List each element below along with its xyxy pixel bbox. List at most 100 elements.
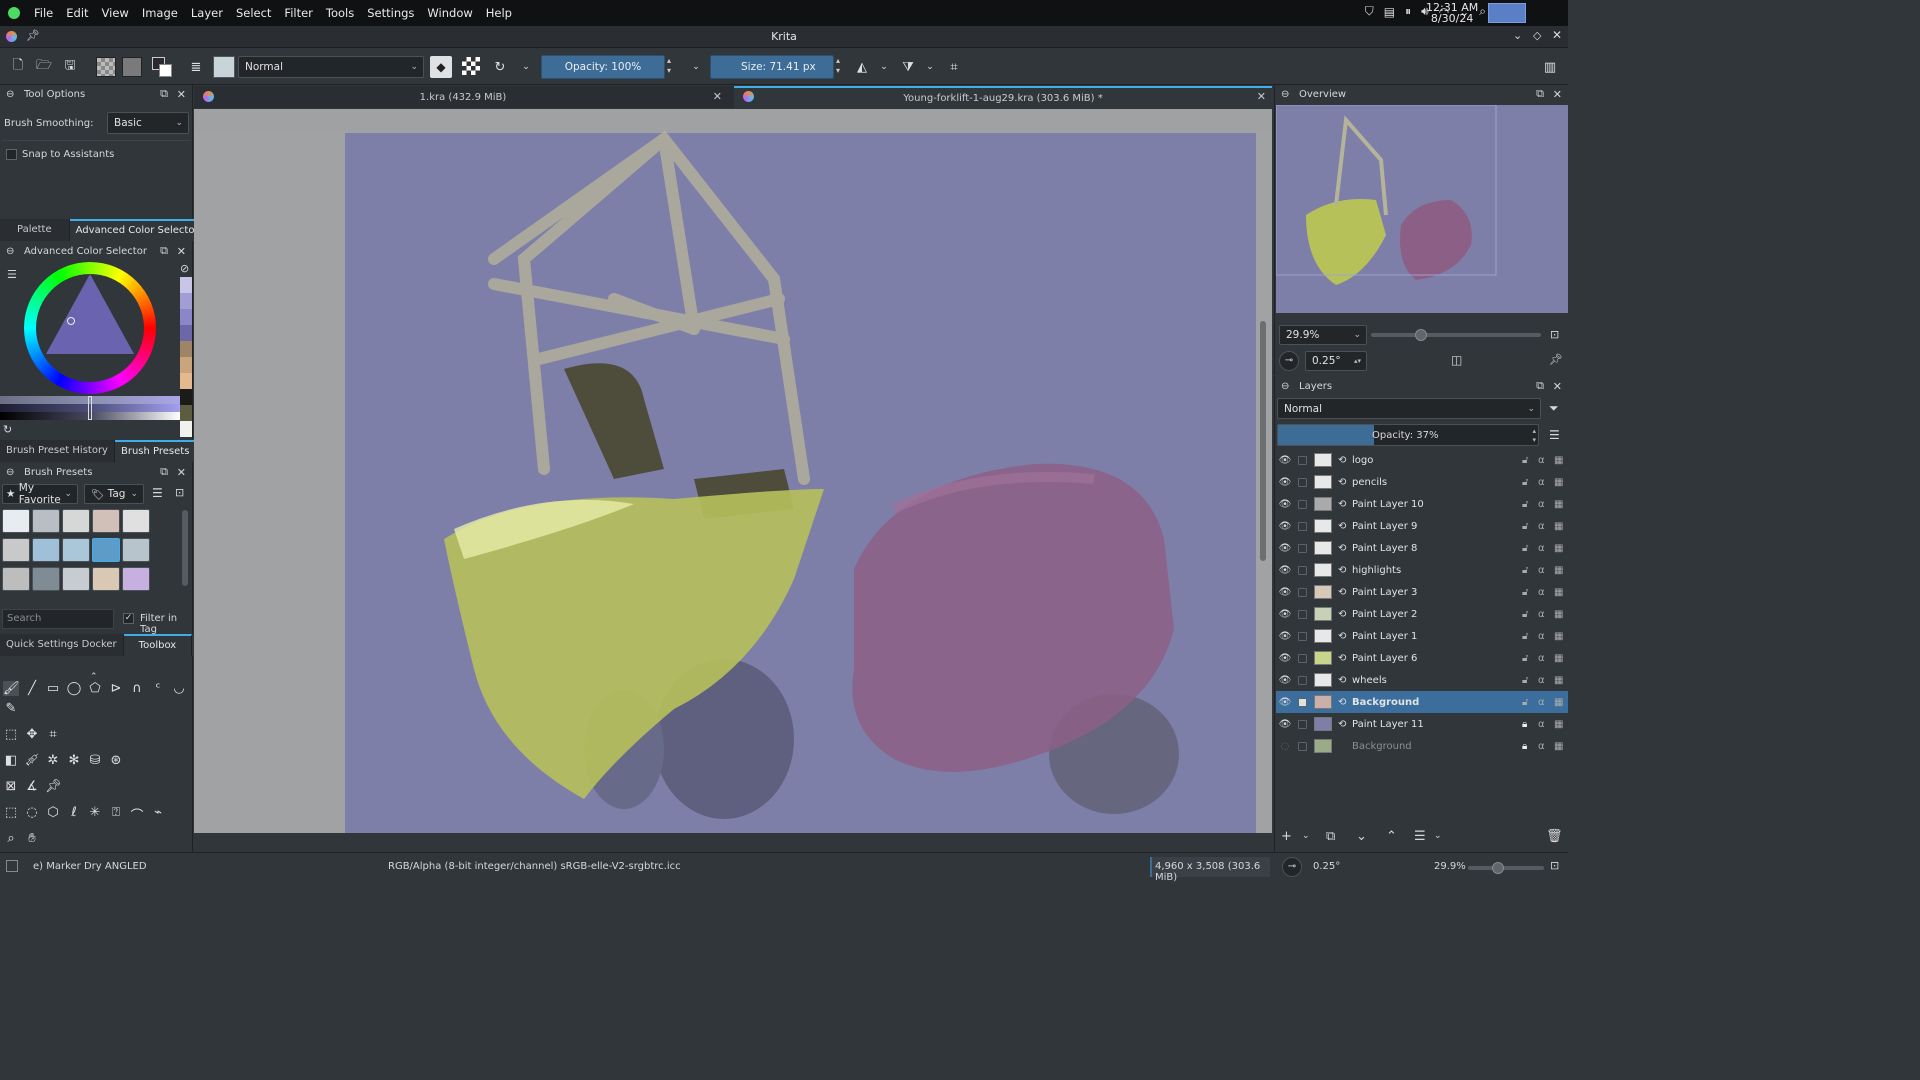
reload-preset-icon[interactable]: ↻: [490, 57, 510, 77]
lock-icon[interactable]: 🔓︎: [1522, 587, 1528, 598]
overview-thumbnail[interactable]: [1275, 104, 1568, 313]
view-menu-icon[interactable]: ☰: [152, 486, 163, 500]
layer-checkbox[interactable]: [1298, 565, 1307, 575]
layer-checkbox[interactable]: [1298, 741, 1307, 751]
multibrush-icon[interactable]: ✎: [3, 701, 19, 716]
pan-tool-icon[interactable]: ✋︎: [24, 831, 40, 846]
move-layer-up-icon[interactable]: ⌃: [1386, 829, 1397, 844]
preset-search-input[interactable]: Search: [2, 609, 114, 629]
brush-preset[interactable]: [32, 509, 60, 533]
eye-icon[interactable]: 👁︎: [1278, 477, 1292, 488]
layer-row[interactable]: 👁︎ ⟲ Paint Layer 11 🔒︎ α ▦: [1276, 713, 1568, 735]
gradient-tool-icon[interactable]: ◧: [3, 753, 19, 768]
shield-icon[interactable]: ⛉: [1365, 4, 1374, 19]
inherit-alpha-icon[interactable]: ▦: [1554, 521, 1563, 532]
clock[interactable]: 12:31 AM 8/30/24: [1426, 2, 1478, 24]
rotation-dial-icon[interactable]: ⊸: [1279, 351, 1299, 371]
lock-icon[interactable]: 🔒︎: [1522, 719, 1527, 730]
layer-row[interactable]: 👁︎ ⟲ pencils 🔓︎ α ▦: [1276, 471, 1568, 493]
slider-handle[interactable]: [88, 396, 92, 420]
alpha-icon[interactable]: α: [1538, 543, 1545, 554]
lock-icon[interactable]: 🔒︎: [1522, 741, 1527, 752]
search-icon[interactable]: ⌕: [1479, 4, 1486, 19]
alpha-icon[interactable]: α: [1538, 653, 1545, 664]
brush-preset[interactable]: [2, 509, 30, 533]
filter-in-tag-checkbox[interactable]: ✓: [123, 613, 134, 624]
move-layer-down-icon[interactable]: ⌄: [1356, 829, 1367, 844]
eraser-mode-icon[interactable]: ◆: [430, 56, 452, 78]
brush-preset[interactable]: [62, 509, 90, 533]
properties-dropdown-icon[interactable]: ⌄: [1434, 831, 1442, 841]
alpha-icon[interactable]: α: [1538, 477, 1545, 488]
eye-icon[interactable]: 👁︎: [1278, 499, 1292, 510]
float-icon[interactable]: ⧉: [160, 87, 168, 101]
new-document-icon[interactable]: 🗋︎: [8, 57, 28, 77]
inherit-alpha-icon[interactable]: ▦: [1554, 587, 1563, 598]
no-color-icon[interactable]: ⊘: [180, 262, 189, 275]
pause-icon[interactable]: ⏸: [1405, 4, 1411, 19]
lock-icon[interactable]: 🔓︎: [1522, 521, 1528, 532]
layer-checkbox[interactable]: [1298, 719, 1307, 729]
canvas-viewport[interactable]: [194, 109, 1272, 846]
layer-checkbox[interactable]: [1298, 499, 1307, 509]
hue-ring[interactable]: [24, 262, 156, 394]
menu-view[interactable]: View: [102, 6, 129, 20]
lock-icon[interactable]: 🔓︎: [1522, 609, 1528, 620]
brush-preset[interactable]: [92, 509, 120, 533]
minimize-icon[interactable]: ⌄: [1513, 29, 1522, 42]
freehand-path-icon[interactable]: ᶜ: [150, 681, 166, 696]
inherit-alpha-icon[interactable]: ▦: [1554, 631, 1563, 642]
freehand-brush-icon[interactable]: 🖌︎: [3, 681, 20, 696]
layer-checkbox[interactable]: [1298, 587, 1307, 597]
layer-checkbox[interactable]: [1298, 455, 1307, 465]
layer-row[interactable]: 👁︎ ⟲ Paint Layer 8 🔓︎ α ▦: [1276, 537, 1568, 559]
inherit-alpha-icon[interactable]: ▦: [1554, 477, 1563, 488]
menu-image[interactable]: Image: [142, 6, 178, 20]
brush-preset[interactable]: [2, 538, 30, 562]
eye-icon[interactable]: 👁︎: [1278, 455, 1292, 466]
inherit-alpha-icon[interactable]: ▦: [1554, 741, 1563, 752]
status-rotation[interactable]: 0.25°: [1313, 861, 1340, 872]
vertical-scrollbar[interactable]: [1260, 321, 1266, 561]
foreground-background-color-icon[interactable]: [152, 57, 172, 77]
inherit-alpha-icon[interactable]: ▦: [1554, 565, 1563, 576]
layer-checkbox[interactable]: [1298, 543, 1307, 553]
measure-tool-icon[interactable]: ∡: [24, 779, 40, 794]
ellipse-select-icon[interactable]: ◌: [24, 805, 40, 820]
eye-icon[interactable]: 👁︎: [1278, 675, 1292, 686]
lock-icon[interactable]: ⊖: [6, 467, 14, 478]
overview-zoom-select[interactable]: 29.9% ⌄: [1279, 325, 1367, 345]
menu-help[interactable]: Help: [486, 6, 512, 20]
add-tag-icon[interactable]: ⊡: [175, 486, 184, 499]
ellipse-tool-icon[interactable]: ◯: [66, 681, 82, 696]
size-slider[interactable]: Size: 71.41 px: [710, 55, 834, 79]
close-icon[interactable]: ✕: [177, 245, 186, 258]
eye-icon[interactable]: 👁︎: [1278, 609, 1292, 620]
brush-preset[interactable]: [92, 567, 120, 591]
layer-row[interactable]: 👁︎ ⟲ Paint Layer 6 🔓︎ α ▦: [1276, 647, 1568, 669]
brush-settings-icon[interactable]: ≣: [186, 57, 206, 77]
float-icon[interactable]: ⧉: [1536, 87, 1544, 101]
tab-brush-presets[interactable]: Brush Presets: [114, 440, 197, 462]
close-icon[interactable]: ✕: [1553, 88, 1562, 101]
layer-row-selected[interactable]: 👁︎ ⟲ Background 🔓︎ α ▦: [1276, 691, 1568, 713]
tab-document-1[interactable]: 1.kra (432.9 MiB) ✕: [194, 86, 732, 108]
alpha-icon[interactable]: α: [1538, 741, 1545, 752]
alpha-icon[interactable]: α: [1538, 675, 1545, 686]
brush-preset-icon[interactable]: [213, 56, 235, 78]
alpha-icon[interactable]: α: [1538, 631, 1545, 642]
inherit-alpha-icon[interactable]: ▦: [1554, 543, 1563, 554]
brush-smoothing-select[interactable]: Basic ⌄: [107, 112, 189, 134]
desktop-pager[interactable]: [1488, 3, 1526, 23]
eye-icon[interactable]: 👁︎: [1278, 521, 1292, 532]
layer-opacity-slider[interactable]: Opacity: 37% ▴ ▾: [1277, 424, 1539, 446]
slider-handle[interactable]: [1492, 862, 1504, 874]
slider-handle[interactable]: [1415, 329, 1427, 341]
inherit-alpha-icon[interactable]: ▦: [1554, 719, 1563, 730]
float-icon[interactable]: ⧉: [1536, 379, 1544, 393]
lock-icon[interactable]: 🔓︎: [1522, 565, 1528, 576]
status-zoom-slider[interactable]: [1468, 862, 1544, 874]
close-icon[interactable]: ✕: [713, 90, 722, 103]
layer-checkbox[interactable]: [1298, 631, 1307, 641]
tag-filter-select[interactable]: ★ My Favorite ⌄: [2, 482, 78, 506]
